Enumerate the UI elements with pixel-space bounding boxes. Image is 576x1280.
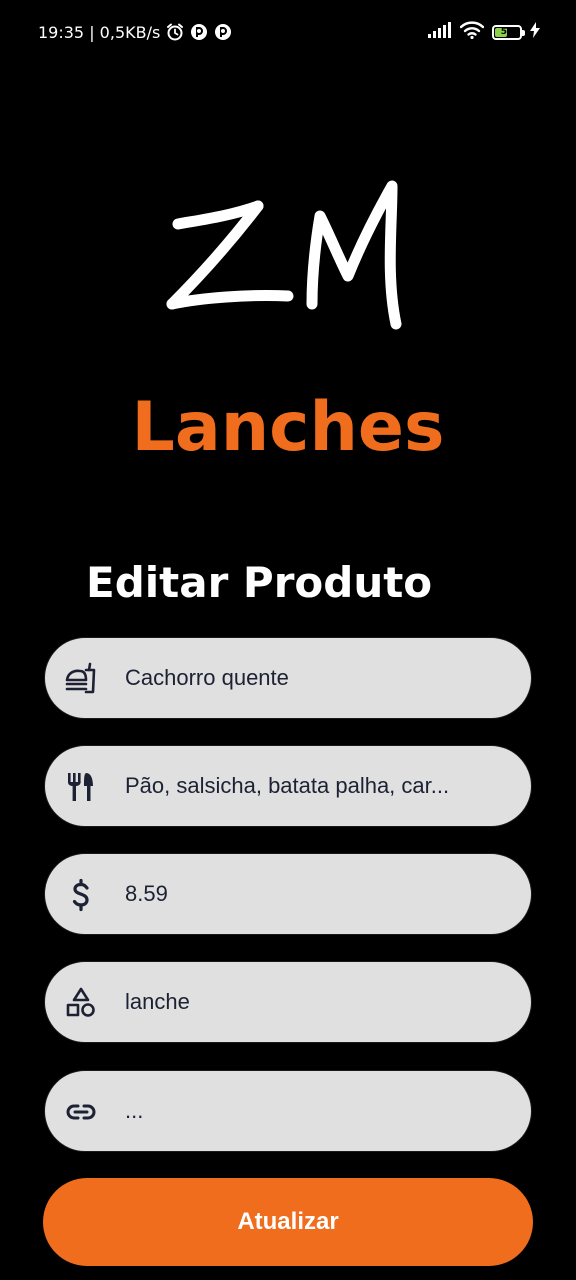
- brand-logo: [160, 176, 410, 336]
- signal-icon: [428, 21, 452, 43]
- product-price-field[interactable]: 8.59: [44, 853, 532, 935]
- link-icon: [63, 1094, 99, 1130]
- product-name-field[interactable]: Cachorro quente: [44, 637, 532, 719]
- product-category-value[interactable]: lanche: [125, 962, 481, 1042]
- notification-app-icon: [214, 23, 232, 41]
- product-price-value[interactable]: 8.59: [125, 854, 481, 934]
- alarm-icon: [166, 23, 184, 41]
- category-shapes-icon: [63, 985, 99, 1021]
- battery-icon: 50: [492, 24, 525, 40]
- page-title: Editar Produto: [86, 558, 433, 607]
- status-left: 19:35 | 0,5KB/s: [38, 20, 232, 44]
- notification-app-icon: [190, 23, 208, 41]
- wifi-icon: [459, 20, 485, 44]
- dollar-icon: [63, 877, 99, 913]
- product-category-field[interactable]: lanche: [44, 961, 532, 1043]
- food-tray-icon: [63, 661, 99, 697]
- product-name-value[interactable]: Cachorro quente: [125, 638, 481, 718]
- charging-icon: [530, 21, 540, 43]
- status-bar: 19:35 | 0,5KB/s 50: [0, 0, 576, 64]
- utensils-icon: [63, 769, 99, 805]
- update-button[interactable]: Atualizar: [43, 1178, 533, 1266]
- product-image-link-field[interactable]: ...: [44, 1070, 532, 1152]
- battery-level: 50: [500, 27, 514, 37]
- product-description-field[interactable]: Pão, salsicha, batata palha, car...: [44, 745, 532, 827]
- status-right: 50: [428, 20, 540, 44]
- brand-name: Lanches: [131, 388, 445, 467]
- status-time-speed: 19:35 | 0,5KB/s: [38, 22, 161, 42]
- product-image-link-value[interactable]: ...: [125, 1071, 481, 1151]
- product-description-value[interactable]: Pão, salsicha, batata palha, car...: [125, 746, 481, 826]
